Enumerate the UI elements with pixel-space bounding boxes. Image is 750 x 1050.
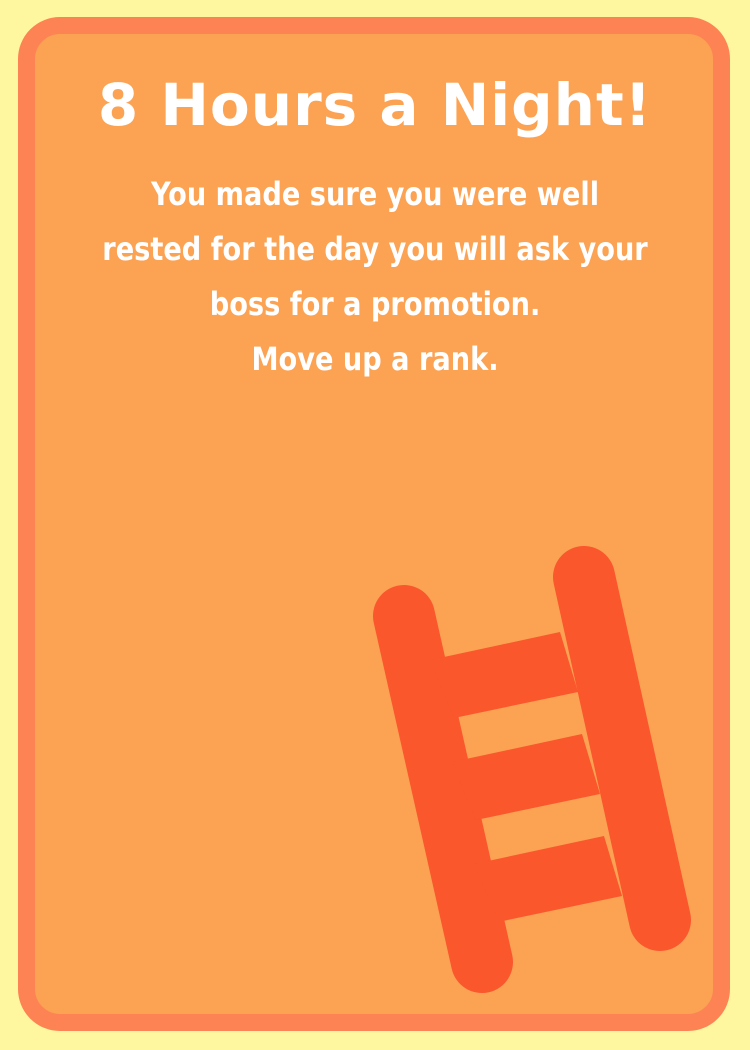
ladder-rung-1: [430, 632, 578, 718]
ladder-rung-3: [474, 836, 622, 922]
ladder-icon: [373, 546, 691, 993]
ladder-rung-2: [452, 734, 600, 820]
